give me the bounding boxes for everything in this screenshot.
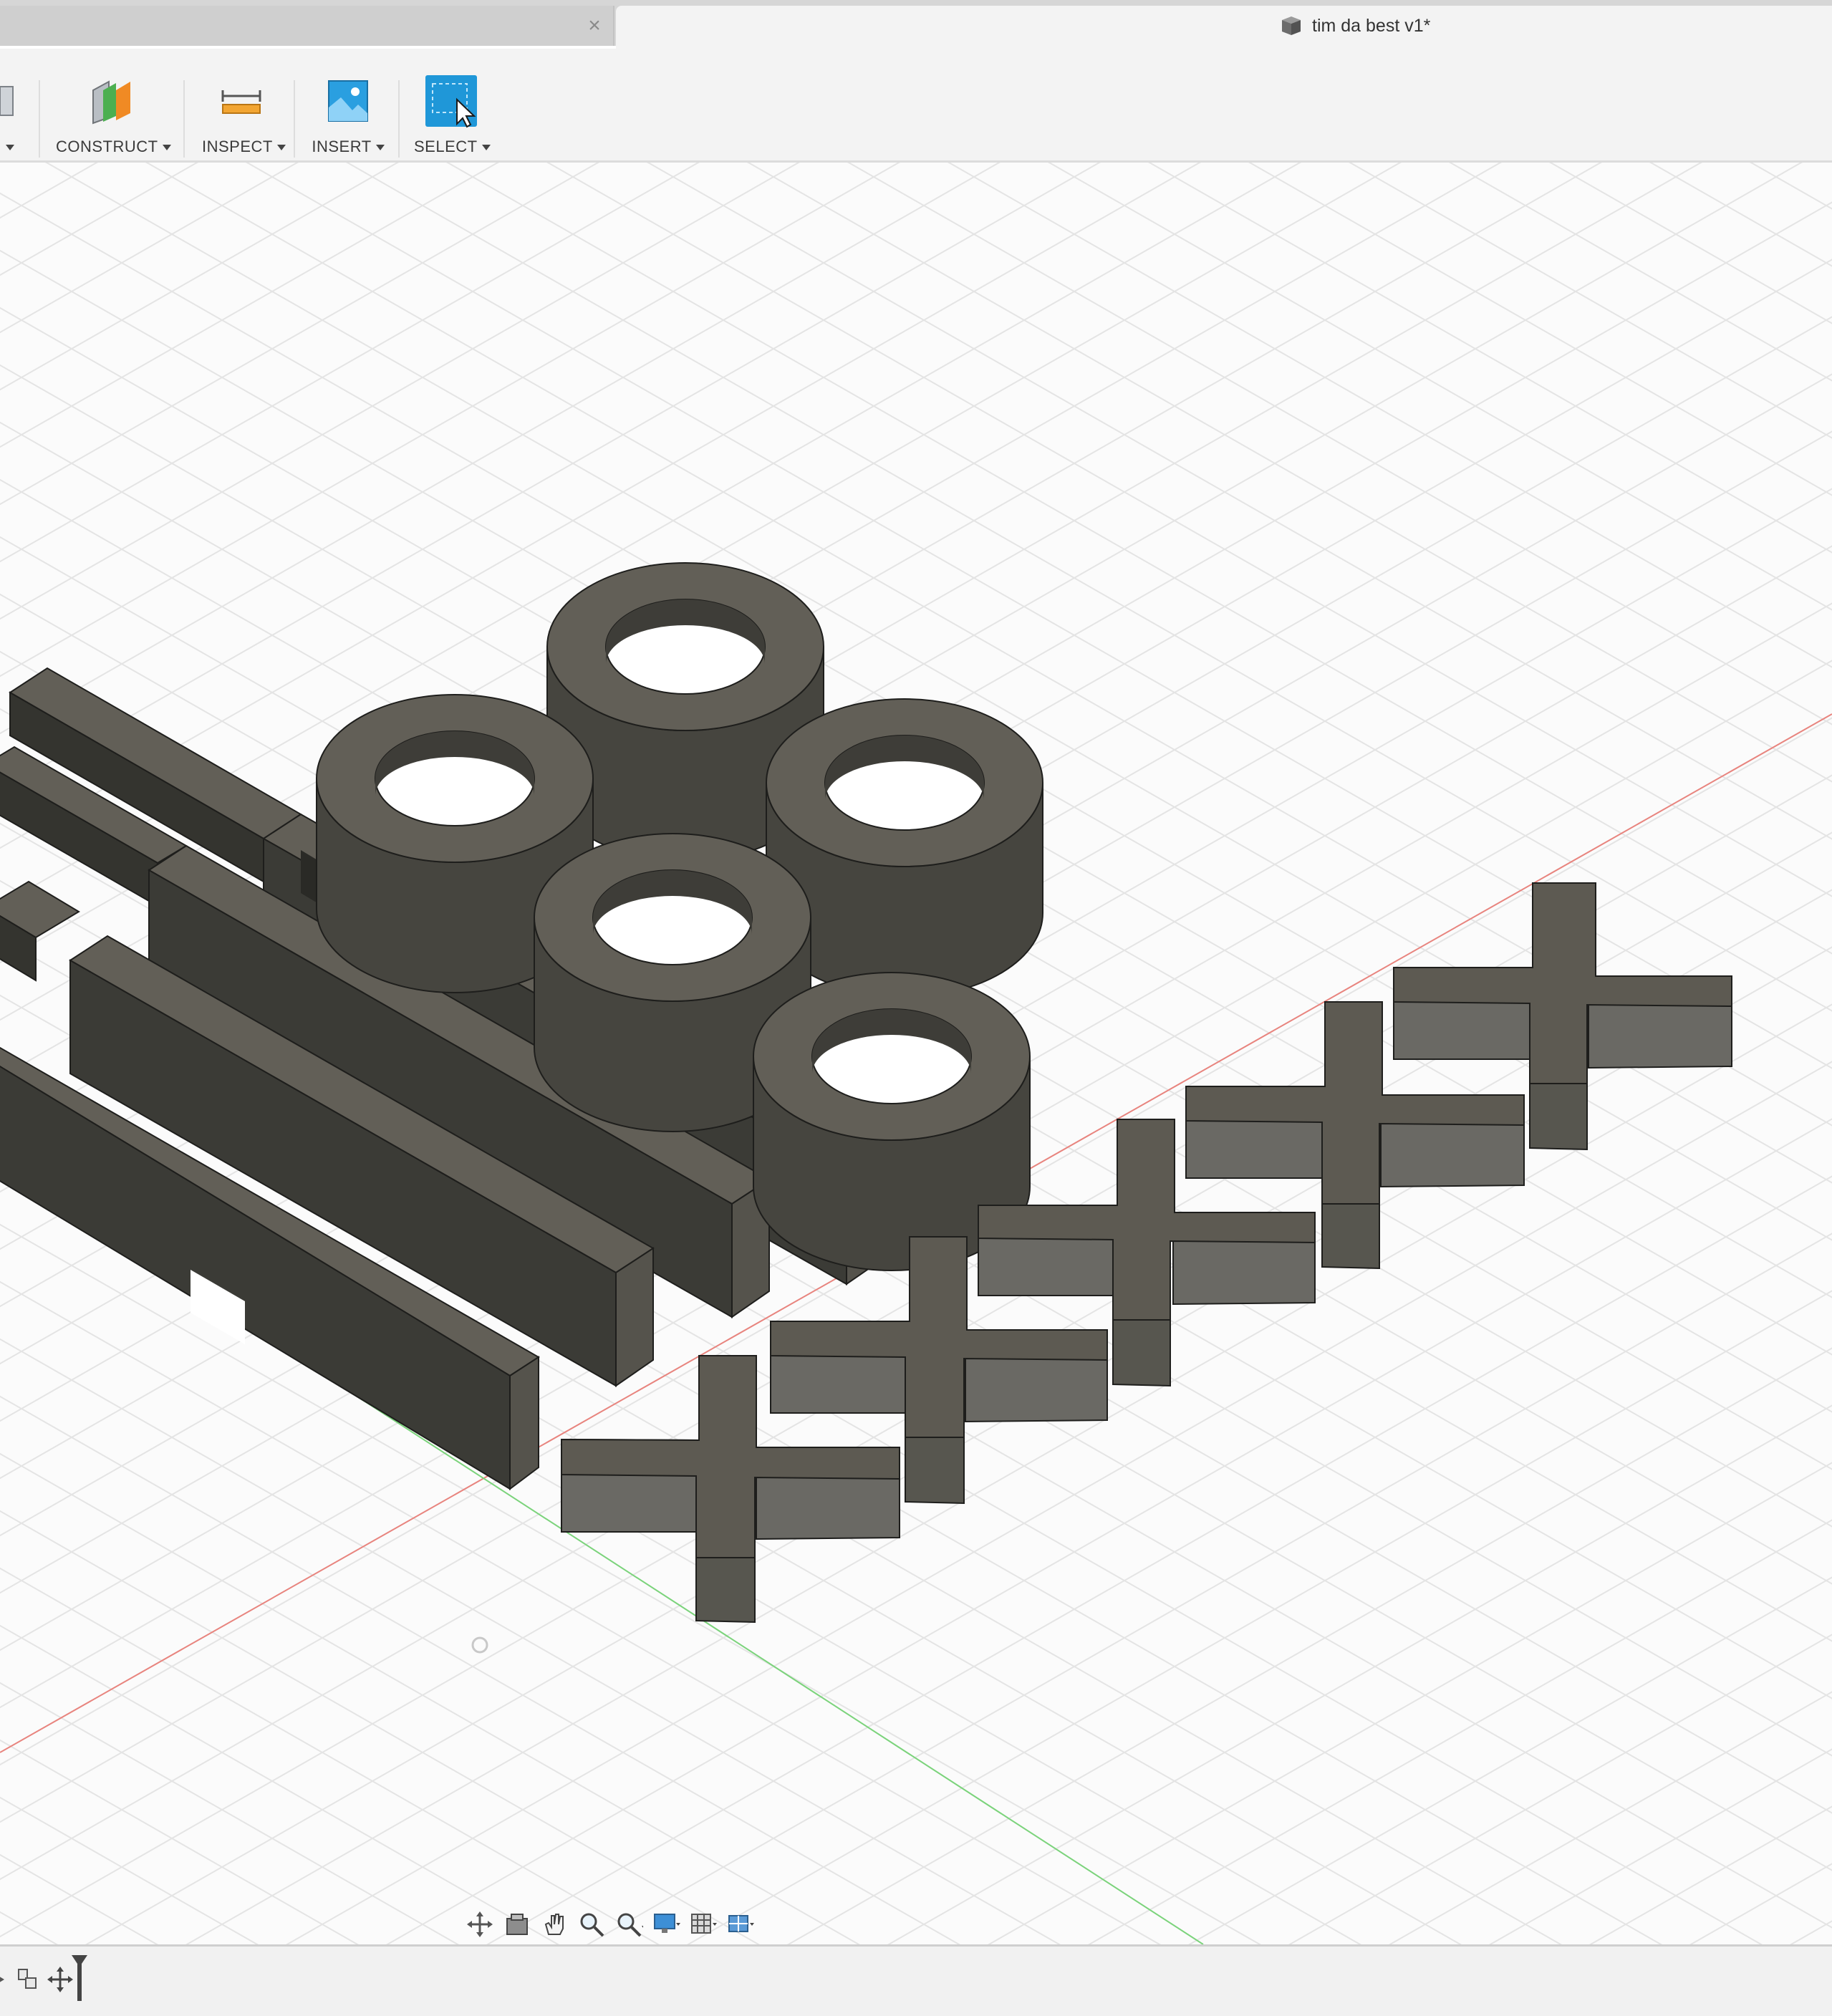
pan-hand-icon[interactable]	[539, 1909, 570, 1940]
inspect-menu[interactable]: INSPECT	[202, 74, 286, 160]
canvas-viewport[interactable]	[0, 163, 1832, 1944]
navigation-toolbar	[464, 1906, 756, 1942]
zoom-window-icon[interactable]	[613, 1909, 645, 1940]
toolbar-separator	[183, 80, 185, 158]
tab-close-icon[interactable]: ×	[584, 15, 604, 37]
ribbon-toolbar: CONSTRUCT INSPECT INSERT SELECT	[0, 49, 1832, 163]
display-settings-icon[interactable]	[650, 1909, 682, 1940]
toolbar-separator	[398, 80, 400, 158]
insert-image-icon	[328, 80, 368, 122]
inspect-label: INSPECT	[202, 138, 273, 155]
toolbar-separator	[39, 80, 40, 158]
select-label: SELECT	[414, 138, 478, 155]
zoom-icon[interactable]	[576, 1909, 607, 1940]
model-scene[interactable]	[0, 163, 1832, 1944]
insert-menu[interactable]: INSERT	[311, 74, 385, 160]
grid-settings-icon[interactable]	[688, 1909, 719, 1940]
select-menu[interactable]: SELECT	[414, 74, 491, 160]
measure-ruler-icon	[221, 90, 261, 114]
timeline-marker-icon[interactable]	[69, 1954, 97, 2004]
insert-label: INSERT	[312, 138, 372, 155]
construct-menu[interactable]: CONSTRUCT	[56, 74, 171, 160]
tab-bar: × tim da best v1*	[0, 0, 1832, 49]
modify-icon	[0, 86, 14, 116]
viewports-icon[interactable]	[725, 1909, 756, 1940]
tab-inactive[interactable]: ×	[0, 6, 614, 46]
timeline-bar	[0, 1944, 1832, 2016]
construct-plane-icon	[92, 80, 130, 125]
timeline-feature-icon[interactable]	[14, 1965, 43, 1994]
construct-label: CONSTRUCT	[56, 138, 158, 155]
look-at-icon[interactable]	[501, 1909, 533, 1940]
select-cursor-icon	[425, 75, 477, 128]
document-tab-title[interactable]: tim da best v1*	[1279, 14, 1430, 37]
tab-active[interactable]	[616, 6, 1832, 49]
toolbar-item-partial[interactable]	[0, 74, 19, 160]
cube-icon	[1282, 16, 1301, 35]
toolbar-separator	[294, 80, 295, 158]
orbit-icon[interactable]	[464, 1909, 496, 1940]
document-title: tim da best v1*	[1312, 15, 1431, 36]
